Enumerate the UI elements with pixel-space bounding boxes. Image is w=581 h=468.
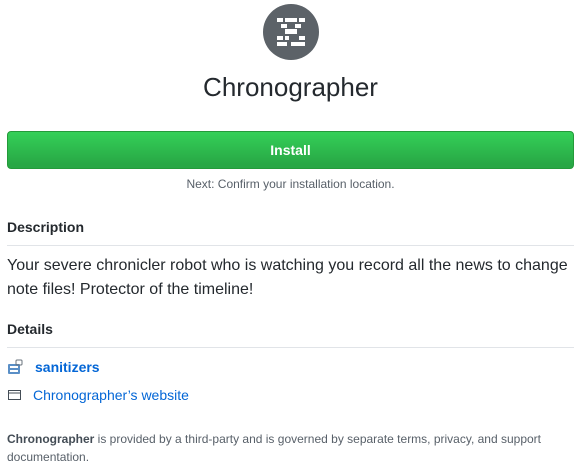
install-next-hint: Next: Confirm your installation location… xyxy=(186,177,395,191)
description-text: Your severe chronicler robot who is watc… xyxy=(7,257,568,298)
owner-row: sanitizers xyxy=(7,356,574,378)
browser-window-icon xyxy=(7,387,23,403)
install-button[interactable]: Install xyxy=(7,131,574,169)
website-row: Chronographer’s website xyxy=(7,384,574,406)
website-link[interactable]: Chronographer’s website xyxy=(33,386,189,404)
footer-app-name: Chronographer xyxy=(7,432,95,446)
description-heading: Description xyxy=(7,219,85,235)
robot-logo-icon xyxy=(263,4,319,60)
app-title: Chronographer xyxy=(203,72,378,102)
organization-avatar-icon xyxy=(7,359,23,375)
app-install-page: Chronographer Install Next: Confirm your… xyxy=(7,0,574,468)
details-divider xyxy=(7,347,574,348)
description-divider xyxy=(7,245,574,246)
details-heading: Details xyxy=(7,321,53,337)
owner-link[interactable]: sanitizers xyxy=(35,358,100,376)
third-party-notice: Chronographer is provided by a third-par… xyxy=(7,430,574,466)
